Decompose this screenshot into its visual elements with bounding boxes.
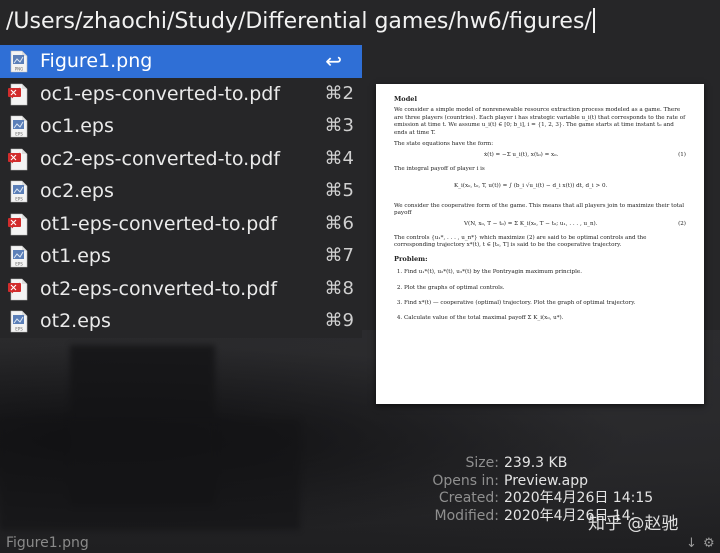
eps-file-icon: EPS: [8, 245, 30, 268]
result-item[interactable]: ot1-eps-converted-to.pdf ⌘6: [0, 207, 362, 240]
result-shortcut: ⌘2: [324, 82, 354, 104]
preview-state-text: The state equations have the form:: [394, 141, 494, 148]
result-name: oc2.eps: [40, 180, 114, 202]
result-shortcut: ⌘4: [324, 147, 354, 169]
preview-heading: Model: [394, 95, 418, 103]
watermark: 知乎 @赵驰: [588, 514, 679, 534]
result-shortcut: ⌘9: [324, 310, 354, 331]
result-name: oc1.eps: [40, 115, 114, 137]
result-name: ot2.eps: [40, 310, 111, 332]
eps-file-icon: EPS: [8, 310, 30, 333]
result-shortcut: ⌘6: [324, 212, 354, 234]
info-label: Opens in:: [432, 472, 499, 489]
svg-text:EPS: EPS: [15, 327, 23, 332]
info-size-row: Size: 239.3 KB: [380, 455, 720, 473]
result-item[interactable]: EPS oc1.eps ⌘3: [0, 110, 362, 143]
preview-coop-text: We consider the cooperative form of the …: [394, 202, 685, 217]
result-shortcut: ⌘3: [324, 115, 354, 136]
preview-controls-text: The controls {u₁*, . . . , u_n*} which m…: [394, 234, 647, 249]
info-label: Size:: [465, 455, 499, 471]
results-list: PNG Figure1.png ↩ oc1-eps-converted-to.pdf…: [0, 45, 362, 338]
pdf-file-icon: [8, 148, 30, 171]
problem-item: Plot the graphs of optimal controls.: [404, 285, 686, 292]
preview-payoff-equation: K_i(x₀, t₀, T, u(t)) = ∫ (b_i √u_i(t) − …: [394, 183, 686, 190]
svg-text:EPS: EPS: [15, 132, 23, 137]
problem-item: Find x*(t) — cooperative (optimal) traje…: [404, 300, 686, 307]
preview-intro: We consider a simple model of nonrenewab…: [394, 107, 686, 136]
result-name: oc1-eps-converted-to.pdf: [40, 82, 281, 105]
eps-file-icon: EPS: [8, 115, 30, 138]
pdf-file-icon: [8, 83, 30, 106]
equation-number: (1): [678, 152, 686, 159]
return-shortcut: ↩: [325, 49, 342, 73]
equation-text: K_i(x₀, t₀, T, u(t)) = ∫ (b_i √u_i(t) − …: [454, 183, 608, 190]
search-input[interactable]: /Users/zhaochi/Study/Differential games/…: [0, 0, 720, 44]
info-value: 2020年4月26日 14:15: [504, 490, 654, 506]
result-item[interactable]: EPS ot1.eps ⌘7: [0, 240, 362, 273]
result-item[interactable]: oc1-eps-converted-to.pdf ⌘2: [0, 77, 362, 110]
pdf-file-icon: [8, 213, 30, 236]
result-item[interactable]: EPS ot2.eps ⌘9: [0, 305, 362, 338]
status-bar-filename: Figure1.png: [6, 535, 89, 551]
download-icon[interactable]: ↓: [686, 536, 697, 551]
info-value: Preview.app: [504, 472, 589, 489]
svg-text:PNG: PNG: [15, 67, 24, 72]
file-preview: Model We consider a simple model of nonr…: [376, 84, 704, 404]
info-label: Created:: [438, 490, 499, 506]
preview-problem-heading: Problem:: [394, 254, 428, 263]
result-name: ot2-eps-converted-to.pdf: [40, 277, 278, 300]
result-name: Figure1.png: [40, 50, 153, 72]
info-value: 239.3 KB: [504, 455, 568, 471]
result-name: oc2-eps-converted-to.pdf: [40, 147, 281, 170]
preview-problem-list: Find u₁*(t), u₂*(t), u₃*(t) by the Pontr…: [394, 269, 686, 323]
result-item[interactable]: oc2-eps-converted-to.pdf ⌘4: [0, 142, 362, 175]
result-shortcut: ⌘5: [324, 180, 354, 201]
problem-item: Find u₁*(t), u₂*(t), u₃*(t) by the Pontr…: [404, 269, 686, 276]
background-shadow: [0, 420, 300, 530]
result-item[interactable]: ot2-eps-converted-to.pdf ⌘8: [0, 272, 362, 305]
result-name: ot1.eps: [40, 245, 111, 267]
result-item[interactable]: PNG Figure1.png ↩: [0, 45, 362, 78]
equation-text: V(N, x₀, T − t₀) = Σ K_i(x₀, T − t₀; u₁,…: [464, 221, 598, 228]
png-file-icon: PNG: [8, 50, 30, 73]
problem-item: Calculate value of the total maximal pay…: [404, 315, 686, 322]
search-query-text: /Users/zhaochi/Study/Differential games/…: [6, 9, 592, 34]
equation-number: (2): [678, 221, 686, 228]
equation-text: ẋ(t) = −Σ u_i(t), x(t₀) = x₀.: [484, 152, 559, 159]
result-name: ot1-eps-converted-to.pdf: [40, 212, 278, 235]
eps-file-icon: EPS: [8, 180, 30, 203]
text-caret: [592, 8, 595, 33]
preview-equation-1: ẋ(t) = −Σ u_i(t), x(t₀) = x₀. (1): [394, 152, 686, 159]
result-item[interactable]: EPS oc2.eps ⌘5: [0, 175, 362, 208]
result-shortcut: ⌘8: [324, 277, 354, 299]
info-created-row: Created: 2020年4月26日 14:15: [380, 490, 720, 508]
svg-text:EPS: EPS: [15, 197, 23, 202]
preview-equation-2: V(N, x₀, T − t₀) = Σ K_i(x₀, T − t₀; u₁,…: [394, 221, 686, 228]
info-opens-row: Opens in: Preview.app: [380, 473, 720, 491]
preview-payoff-text: The integral payoff of player i is: [394, 165, 485, 172]
result-shortcut: ⌘7: [324, 245, 354, 266]
gear-icon[interactable]: ⚙: [703, 536, 715, 551]
svg-text:EPS: EPS: [15, 262, 23, 267]
info-label: Modified:: [434, 507, 499, 524]
pdf-file-icon: [8, 278, 30, 301]
